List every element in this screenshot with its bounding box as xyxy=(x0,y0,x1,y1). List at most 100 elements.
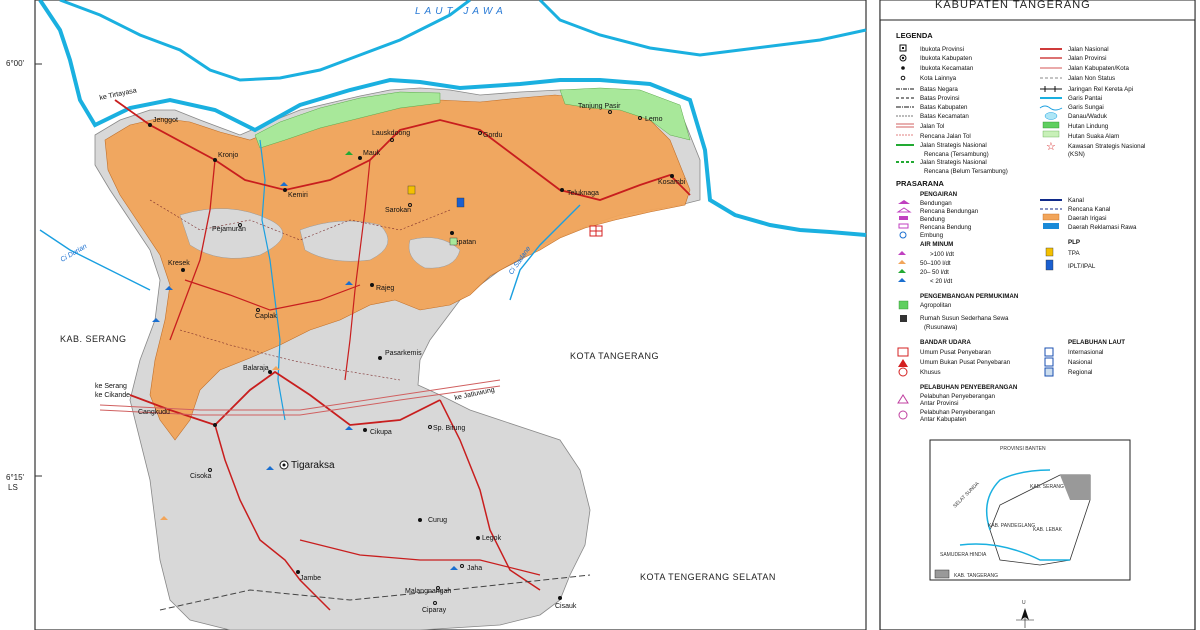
svg-text:Hutan Lindung: Hutan Lindung xyxy=(1068,123,1109,130)
svg-text:SAMUDERA HINDIA: SAMUDERA HINDIA xyxy=(940,552,987,558)
svg-text:Ciparay: Ciparay xyxy=(422,607,447,614)
svg-text:Cangkudu: Cangkudu xyxy=(138,409,170,416)
map-canvas: 6°00' 6°15' LS LAUT JAWA Ci Durian Ci Sa… xyxy=(0,0,1200,630)
svg-text:Cisoka: Cisoka xyxy=(190,473,212,480)
svg-text:Kota Lainnya: Kota Lainnya xyxy=(920,75,957,82)
legend-title: LEGENDA xyxy=(896,31,933,40)
svg-text:>100 l/dt: >100 l/dt xyxy=(930,251,954,258)
svg-text:Jenggot: Jenggot xyxy=(153,117,178,124)
svg-text:AIR MINUM: AIR MINUM xyxy=(920,241,953,248)
svg-text:Gordu: Gordu xyxy=(483,132,503,139)
svg-text:☆: ☆ xyxy=(1046,141,1056,153)
svg-text:Bendung: Bendung xyxy=(920,216,945,223)
svg-text:Malangnangah: Malangnangah xyxy=(405,588,451,595)
svg-text:ke Serang: ke Serang xyxy=(95,383,127,390)
svg-text:Sp. Bitung: Sp. Bitung xyxy=(433,425,465,432)
svg-text:Umum Bukan Pusat Penyebaran: Umum Bukan Pusat Penyebaran xyxy=(920,359,1011,366)
svg-text:Rencana (Belum Tersambung): Rencana (Belum Tersambung) xyxy=(924,168,1008,175)
svg-text:20– 50 l/dt: 20– 50 l/dt xyxy=(920,269,949,276)
svg-text:Jalan Kabupaten/Kota: Jalan Kabupaten/Kota xyxy=(1068,65,1129,72)
region-label-serang: KAB. SERANG xyxy=(60,334,127,344)
svg-text:PENGAIRAN: PENGAIRAN xyxy=(920,191,958,198)
svg-text:Rencana Bendungan: Rencana Bendungan xyxy=(920,208,979,215)
svg-text:50–100 l/dt: 50–100 l/dt xyxy=(920,260,951,267)
svg-text:Caplak: Caplak xyxy=(255,313,277,320)
svg-text:Jalan Non Status: Jalan Non Status xyxy=(1068,75,1115,82)
svg-text:Lemo: Lemo xyxy=(645,116,663,123)
svg-text:Batas Kecamatan: Batas Kecamatan xyxy=(920,113,969,120)
svg-text:Ibukota Kecamatan: Ibukota Kecamatan xyxy=(920,65,974,72)
svg-text:PENGEMBANGAN PERMUKIMAN: PENGEMBANGAN PERMUKIMAN xyxy=(920,293,1019,300)
svg-text:Kosambi: Kosambi xyxy=(658,179,686,186)
svg-text:Jaringan Rel Kereta Api: Jaringan Rel Kereta Api xyxy=(1068,86,1133,93)
svg-text:U: U xyxy=(1022,600,1026,606)
svg-text:Bendungan: Bendungan xyxy=(920,200,952,207)
svg-text:Kemiri: Kemiri xyxy=(288,192,308,199)
svg-text:Pasarkemis: Pasarkemis xyxy=(385,350,422,357)
svg-text:Mauk: Mauk xyxy=(363,150,381,157)
svg-text:Daerah Reklamasi Rawa: Daerah Reklamasi Rawa xyxy=(1068,224,1137,231)
svg-text:PELABUHAN LAUT: PELABUHAN LAUT xyxy=(1068,339,1125,346)
svg-text:Umum Pusat Penyebaran: Umum Pusat Penyebaran xyxy=(920,349,991,356)
svg-text:IPLT/IPAL: IPLT/IPAL xyxy=(1068,263,1096,270)
svg-text:Pejamuran: Pejamuran xyxy=(212,226,246,233)
svg-text:ke Cikande: ke Cikande xyxy=(95,392,130,399)
svg-text:Jaha: Jaha xyxy=(467,565,482,572)
prasarana-title: PRASARANA xyxy=(896,179,945,188)
svg-text:(KSN): (KSN) xyxy=(1068,151,1085,158)
svg-text:Agropolitan: Agropolitan xyxy=(920,302,952,309)
svg-text:Kresek: Kresek xyxy=(168,260,190,267)
svg-text:PLP: PLP xyxy=(1068,239,1080,246)
svg-text:Pelabuhan Penyeberangan: Pelabuhan Penyeberangan xyxy=(920,393,996,400)
svg-text:Kronjo: Kronjo xyxy=(218,152,238,159)
lat-tick-600: 6°00' xyxy=(6,59,25,68)
svg-text:Rencana Bendung: Rencana Bendung xyxy=(920,224,972,231)
svg-text:Rencana Kanal: Rencana Kanal xyxy=(1068,206,1110,213)
svg-text:Rencana Jalan Tol: Rencana Jalan Tol xyxy=(920,133,971,140)
svg-text:KAB. SERANG: KAB. SERANG xyxy=(1030,484,1064,490)
svg-text:Cisauk: Cisauk xyxy=(555,603,577,610)
svg-text:Jambe: Jambe xyxy=(300,575,321,582)
svg-text:Batas Negara: Batas Negara xyxy=(920,86,958,93)
region-label-kota-tangerang: KOTA TANGERANG xyxy=(570,351,659,361)
svg-text:Jalan Strategis Nasional: Jalan Strategis Nasional xyxy=(920,159,987,166)
svg-text:Kawasan Strategis Nasional: Kawasan Strategis Nasional xyxy=(1068,143,1145,150)
inset-map: PROVINSI BANTEN KAB. SERANG KAB. PANDEGL… xyxy=(929,439,1131,581)
svg-text:Regional: Regional xyxy=(1068,369,1092,376)
map-title: KABUPATEN TANGERANG xyxy=(935,0,1091,11)
svg-text:Lauskdoong: Lauskdoong xyxy=(372,130,410,137)
svg-text:BANDAR UDARA: BANDAR UDARA xyxy=(920,339,971,346)
svg-text:Danau/Waduk: Danau/Waduk xyxy=(1068,113,1108,120)
lat-tick-615: 6°15' xyxy=(6,473,25,482)
svg-text:Rajeg: Rajeg xyxy=(376,285,394,292)
svg-text:Tigaraksa: Tigaraksa xyxy=(291,460,335,471)
svg-text:Garis Pantai: Garis Pantai xyxy=(1068,95,1102,102)
svg-text:Rencana (Tersambung): Rencana (Tersambung) xyxy=(924,151,989,158)
svg-text:Embung: Embung xyxy=(920,232,944,239)
svg-text:Kanal: Kanal xyxy=(1068,197,1084,204)
svg-text:Jalan Provinsi: Jalan Provinsi xyxy=(1068,55,1107,62)
svg-text:Batas Provinsi: Batas Provinsi xyxy=(920,95,960,102)
svg-text:Jalan Tol: Jalan Tol xyxy=(920,123,944,130)
svg-text:PELABUHAN PENYEBERANGAN: PELABUHAN PENYEBERANGAN xyxy=(920,384,1018,391)
region-label-kota-tangsel: KOTA TENGERANG SELATAN xyxy=(640,572,776,582)
svg-text:Curug: Curug xyxy=(428,517,447,524)
svg-text:Ibukota Kabupaten: Ibukota Kabupaten xyxy=(920,55,973,62)
svg-text:Nasional: Nasional xyxy=(1068,359,1092,366)
svg-text:Rumah Susun Sederhana Sewa: Rumah Susun Sederhana Sewa xyxy=(920,315,1009,322)
svg-text:Garis Sungai: Garis Sungai xyxy=(1068,104,1104,111)
svg-text:Tanjung Pasir: Tanjung Pasir xyxy=(578,103,621,110)
svg-text:Sarokan: Sarokan xyxy=(385,207,411,214)
svg-text:Khusus: Khusus xyxy=(920,369,941,376)
svg-text:Antar Provinsi: Antar Provinsi xyxy=(920,400,959,407)
lat-tick-ls: LS xyxy=(8,483,18,492)
svg-text:PROVINSI BANTEN: PROVINSI BANTEN xyxy=(1000,446,1046,452)
svg-text:KAB. LEBAK: KAB. LEBAK xyxy=(1033,527,1063,533)
svg-text:(Rusunawa): (Rusunawa) xyxy=(924,324,957,331)
svg-text:Daerah Irigasi: Daerah Irigasi xyxy=(1068,215,1107,222)
svg-text:Legok: Legok xyxy=(482,535,502,542)
svg-text:TPA: TPA xyxy=(1068,250,1080,257)
svg-text:Balaraja: Balaraja xyxy=(243,365,269,372)
svg-text:< 20 l/dt: < 20 l/dt xyxy=(930,278,952,285)
svg-text:Cikupa: Cikupa xyxy=(370,429,392,436)
